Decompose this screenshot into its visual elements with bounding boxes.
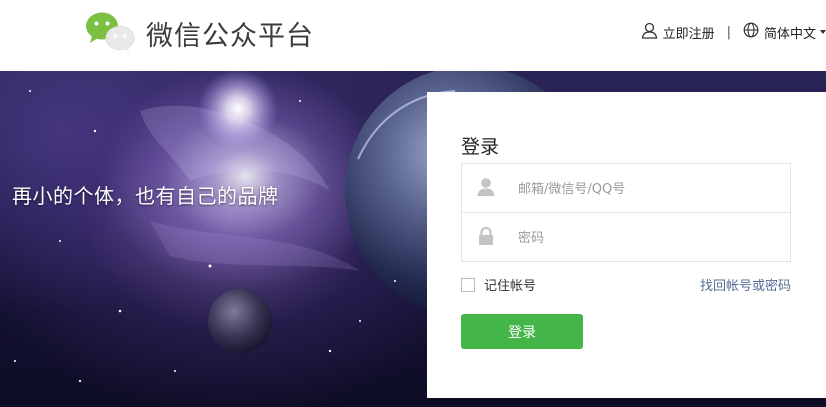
top-nav: 立即注册 | 简体中文	[641, 22, 826, 42]
account-field	[462, 164, 790, 213]
top-header: 微信公众平台 立即注册 | 简体中文	[0, 0, 826, 71]
account-input[interactable]	[516, 176, 780, 202]
login-fields	[461, 163, 791, 262]
login-card: 登录 记住帐号 找回帐号或密码 登录	[427, 92, 826, 398]
password-input[interactable]	[516, 225, 780, 251]
password-field	[462, 213, 790, 261]
register-link[interactable]: 立即注册	[641, 22, 715, 43]
language-label: 简体中文	[763, 26, 816, 42]
person-icon	[476, 177, 496, 201]
lock-icon	[476, 226, 496, 250]
language-selector[interactable]: 简体中文	[743, 22, 826, 42]
wechat-logo-icon[interactable]	[84, 10, 136, 52]
login-title: 登录	[461, 136, 500, 158]
register-label: 立即注册	[662, 26, 715, 42]
globe-icon	[743, 22, 764, 42]
remember-account[interactable]: 记住帐号	[461, 275, 536, 294]
chevron-down-icon	[820, 30, 826, 34]
forgot-password-link[interactable]: 找回帐号或密码	[700, 275, 791, 294]
brand-title[interactable]: 微信公众平台	[146, 14, 314, 53]
banner-slogan: 再小的个体，也有自己的品牌	[12, 184, 279, 208]
remember-label: 记住帐号	[484, 279, 537, 294]
user-icon	[641, 22, 663, 43]
login-button[interactable]: 登录	[461, 314, 583, 349]
remember-checkbox[interactable]	[461, 277, 475, 292]
nav-separator: |	[726, 24, 731, 40]
